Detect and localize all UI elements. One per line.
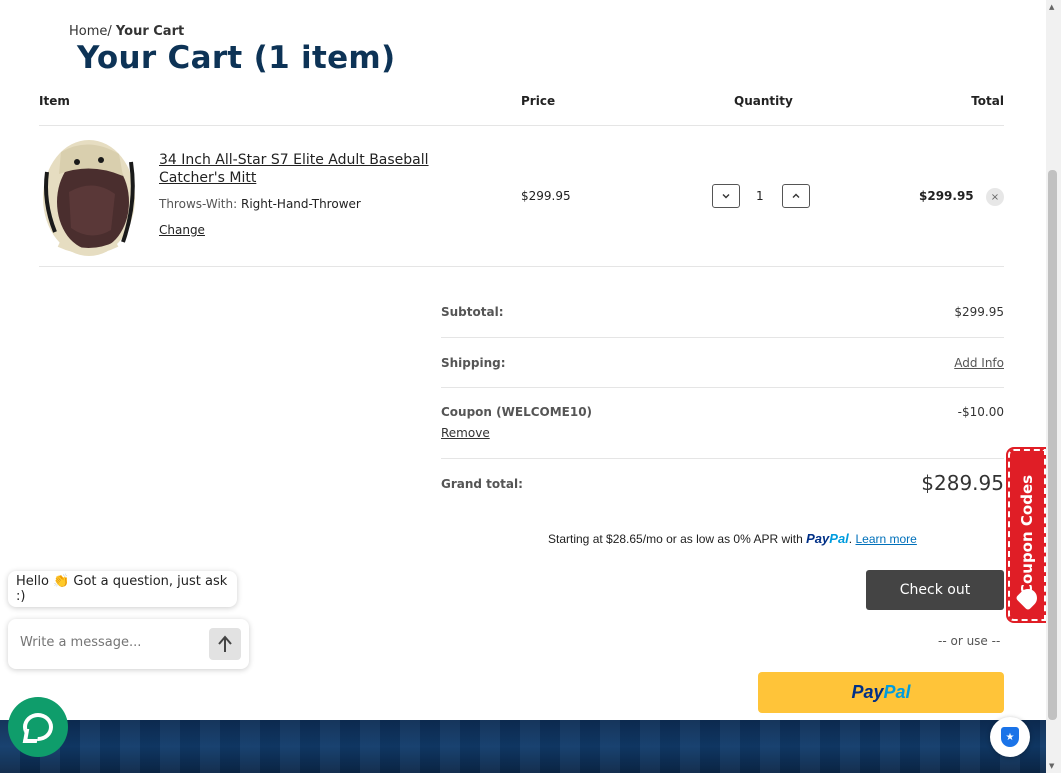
shipping-label: Shipping: xyxy=(441,356,506,370)
paypal-checkout-button[interactable]: Pay Pal xyxy=(758,672,1004,713)
paypal-logo: PayPal xyxy=(806,531,849,546)
option-label: Throws-With: xyxy=(159,197,238,211)
close-icon: × xyxy=(990,191,1000,203)
scrollbar-thumb[interactable] xyxy=(1048,170,1057,720)
paypal-logo-pal: Pal xyxy=(829,531,849,546)
checkout-button[interactable]: Check out xyxy=(866,570,1004,610)
footer-banner xyxy=(0,720,1046,773)
chat-send-button[interactable] xyxy=(209,628,241,660)
change-option-link[interactable]: Change xyxy=(159,223,205,237)
quantity-value[interactable]: 1 xyxy=(756,189,764,203)
add-shipping-info-link[interactable]: Add Info xyxy=(954,356,1004,370)
paypal-button-pay: Pay xyxy=(851,682,884,702)
quantity-increase-button[interactable] xyxy=(782,184,810,208)
arrow-up-icon xyxy=(218,635,232,652)
coupon-row: Coupon (WELCOME10) -$10.00 Remove xyxy=(441,388,1004,459)
option-value: Right-Hand-Thrower xyxy=(240,197,361,211)
or-use-label: -- or use -- xyxy=(938,634,1001,648)
breadcrumb-separator: / xyxy=(107,24,112,39)
subtotal-label: Subtotal: xyxy=(441,305,504,319)
cart-item-row: 34 Inch All-Star S7 Elite Adult Baseball… xyxy=(39,126,1004,267)
chat-message-input[interactable] xyxy=(20,635,200,650)
item-price: $299.95 xyxy=(521,189,571,203)
header-quantity: Quantity xyxy=(734,94,793,108)
coupon-label: Coupon (WELCOME10) xyxy=(441,405,593,419)
chat-bubble-icon xyxy=(23,713,53,741)
shipping-row: Shipping: Add Info xyxy=(441,338,1004,388)
header-price: Price xyxy=(521,94,556,108)
grand-total-label: Grand total: xyxy=(441,477,523,491)
coupon-codes-tab[interactable]: Coupon Codes xyxy=(1006,447,1048,623)
subtotal-value: $299.95 xyxy=(954,305,1004,319)
scroll-up-arrow-icon[interactable]: ▲ xyxy=(1049,3,1054,11)
page-title: Your Cart (1 item) xyxy=(77,40,396,76)
grand-total-row: Grand total: $289.95 xyxy=(441,459,1004,511)
grand-total-value: $289.95 xyxy=(921,471,1004,495)
page-scrollbar[interactable]: ▲ ▼ xyxy=(1046,0,1061,773)
breadcrumb-home[interactable]: Home xyxy=(69,24,107,39)
product-name-link[interactable]: 34 Inch All-Star S7 Elite Adult Baseball… xyxy=(159,151,479,187)
remove-coupon-link[interactable]: Remove xyxy=(441,426,490,440)
product-image[interactable] xyxy=(39,132,139,260)
shield-star-icon: ★ xyxy=(1001,727,1019,747)
breadcrumb-current: Your Cart xyxy=(115,24,185,39)
coupon-value: -$10.00 xyxy=(957,405,1004,419)
cart-table-header: Item Price Quantity Total xyxy=(39,92,1004,126)
paypal-logo-pay: Pay xyxy=(806,531,830,546)
learn-more-link[interactable]: Learn more xyxy=(855,532,916,546)
item-total: $299.95 xyxy=(919,189,974,203)
paypal-button-pal: Pal xyxy=(883,682,911,702)
trust-badge-widget[interactable]: ★ xyxy=(990,717,1030,757)
paypal-message-text: Starting at $28.65/mo or as low as 0% AP… xyxy=(548,532,803,546)
order-totals: Subtotal: $299.95 Shipping: Add Info Cou… xyxy=(441,288,1004,511)
chevron-up-icon xyxy=(792,193,800,198)
coupon-codes-label: Coupon Codes xyxy=(1018,474,1036,596)
quantity-decrease-button[interactable] xyxy=(712,184,740,208)
remove-item-button[interactable]: × xyxy=(986,188,1004,206)
chat-input-box xyxy=(8,619,249,669)
chat-launcher-button[interactable] xyxy=(8,697,68,757)
chevron-down-icon xyxy=(722,194,730,199)
subtotal-row: Subtotal: $299.95 xyxy=(441,288,1004,338)
header-total: Total xyxy=(971,94,1004,108)
header-item: Item xyxy=(39,94,70,108)
chat-greeting-bubble: Hello 👏 Got a question, just ask :) xyxy=(8,571,237,607)
scroll-down-arrow-icon[interactable]: ▼ xyxy=(1049,762,1054,770)
breadcrumb: Home/ Your Cart xyxy=(69,24,184,39)
paypal-pay-later-message: Starting at $28.65/mo or as low as 0% AP… xyxy=(548,531,917,546)
product-option: Throws-With: Right-Hand-Thrower xyxy=(159,197,361,211)
